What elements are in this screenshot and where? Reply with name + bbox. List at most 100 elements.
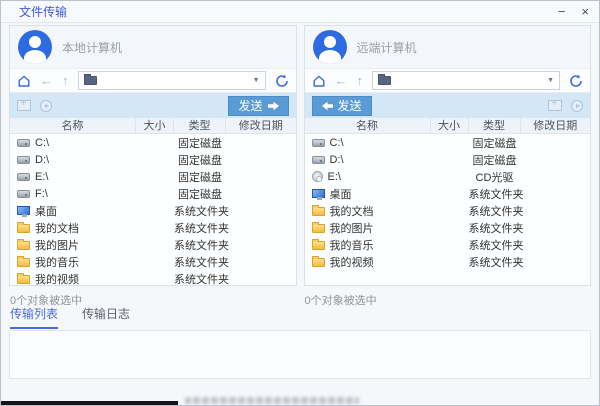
file-row[interactable]: 我的文档 系统文件夹: [10, 219, 296, 236]
file-name: D:\: [330, 154, 344, 166]
home-icon[interactable]: [17, 74, 31, 88]
file-row[interactable]: 我的图片 系统文件夹: [10, 236, 296, 253]
file-name: 我的音乐: [35, 254, 79, 270]
folder-icon: [17, 241, 30, 250]
file-name: 我的文档: [35, 220, 79, 236]
file-row[interactable]: 桌面 系统文件夹: [10, 202, 296, 219]
drive-icon: [17, 139, 30, 147]
folder-icon: [312, 207, 325, 216]
local-panel: 本地计算机 ← ↑ ▼: [9, 25, 297, 286]
folder-icon: [17, 275, 30, 284]
file-name-cell: 我的图片: [305, 220, 431, 236]
file-row[interactable]: 桌面 系统文件夹: [305, 185, 591, 202]
refresh-icon[interactable]: [275, 74, 289, 88]
file-name: 桌面: [35, 203, 57, 219]
new-folder-icon[interactable]: [17, 100, 31, 111]
file-name-cell: E:\: [10, 171, 136, 183]
new-folder-icon[interactable]: [548, 100, 562, 111]
column-header-type[interactable]: 类型: [174, 118, 226, 133]
folder-icon: [84, 76, 97, 85]
column-header-date[interactable]: 修改日期: [226, 118, 296, 133]
file-name-cell: E:\: [305, 171, 431, 183]
file-type: CD光驱: [469, 169, 521, 185]
tab-transfer-list[interactable]: 传输列表: [10, 305, 58, 329]
desktop-icon: [312, 189, 325, 198]
column-header-name[interactable]: 名称: [10, 118, 136, 133]
close-button[interactable]: ×: [581, 5, 589, 19]
local-path-dropdown[interactable]: ▼: [78, 71, 266, 90]
remote-selection-status: 0个对象被选中: [304, 292, 592, 308]
desktop-icon: [17, 206, 30, 215]
back-icon[interactable]: ←: [335, 74, 348, 87]
chevron-down-icon[interactable]: ▼: [547, 77, 554, 84]
file-name: C:\: [35, 137, 49, 149]
file-type: 系统文件夹: [174, 254, 226, 270]
cd-icon: [312, 171, 323, 182]
column-header-type[interactable]: 类型: [469, 118, 521, 133]
file-name-cell: 我的音乐: [305, 237, 431, 253]
back-icon[interactable]: ←: [40, 74, 53, 87]
remote-path-dropdown[interactable]: ▼: [372, 71, 560, 90]
computer-avatar-icon: [313, 30, 347, 64]
file-row[interactable]: E:\ CD光驱: [305, 168, 591, 185]
bottom-edge-strip: [1, 401, 178, 405]
folder-icon: [17, 258, 30, 267]
file-name-cell: D:\: [10, 154, 136, 166]
file-name-cell: 我的图片: [10, 237, 136, 253]
remote-file-list: C:\ 固定磁盘 D:\ 固定磁盘 E:\ CD光驱 桌面 系统文件夹: [305, 134, 591, 285]
remote-nav-toolbar: ← ↑ ▼: [305, 68, 591, 93]
open-icon[interactable]: [571, 100, 583, 112]
file-row[interactable]: 我的视频 系统文件夹: [10, 270, 296, 285]
remote-panel: 远端计算机 ← ↑ ▼: [304, 25, 592, 286]
column-header-size[interactable]: 大小: [431, 118, 469, 133]
drive-icon: [17, 173, 30, 181]
home-icon[interactable]: [312, 74, 326, 88]
file-row[interactable]: F:\ 固定磁盘: [10, 185, 296, 202]
minimize-button[interactable]: −: [558, 5, 566, 19]
open-icon[interactable]: [40, 100, 52, 112]
file-row[interactable]: E:\ 固定磁盘: [10, 168, 296, 185]
send-right-label: 发送: [238, 97, 262, 114]
drive-icon: [17, 190, 30, 198]
file-name: C:\: [330, 137, 344, 149]
send-right-button[interactable]: 发送: [228, 96, 288, 116]
local-action-toolbar: 发送: [10, 93, 296, 118]
refresh-icon[interactable]: [569, 74, 583, 88]
column-header-date[interactable]: 修改日期: [521, 118, 591, 133]
remote-panel-header: 远端计算机: [305, 26, 591, 68]
local-panel-column: 本地计算机 ← ↑ ▼: [9, 25, 297, 308]
file-row[interactable]: 我的音乐 系统文件夹: [305, 236, 591, 253]
drive-icon: [312, 156, 325, 164]
local-panel-header: 本地计算机: [10, 26, 296, 68]
file-row[interactable]: C:\ 固定磁盘: [10, 134, 296, 151]
file-name-cell: 我的视频: [305, 254, 431, 270]
file-row[interactable]: 我的图片 系统文件夹: [305, 219, 591, 236]
remote-action-toolbar: 发送: [305, 93, 591, 118]
file-row[interactable]: 我的音乐 系统文件夹: [10, 253, 296, 270]
column-header-size[interactable]: 大小: [136, 118, 174, 133]
file-row[interactable]: 我的视频 系统文件夹: [305, 253, 591, 270]
folder-icon: [312, 258, 325, 267]
folder-icon: [312, 224, 325, 233]
file-row[interactable]: D:\ 固定磁盘: [305, 151, 591, 168]
arrow-right-icon: [268, 101, 279, 111]
tab-transfer-log[interactable]: 传输日志: [82, 305, 130, 329]
folder-icon: [17, 224, 30, 233]
file-name: 我的图片: [35, 237, 79, 253]
file-name: E:\: [328, 171, 341, 183]
file-type: 系统文件夹: [469, 220, 521, 236]
send-left-button[interactable]: 发送: [312, 96, 372, 116]
column-header-name[interactable]: 名称: [305, 118, 431, 133]
file-row[interactable]: C:\ 固定磁盘: [305, 134, 591, 151]
folder-icon: [378, 76, 391, 85]
up-icon[interactable]: ↑: [62, 74, 69, 87]
file-type: 系统文件夹: [469, 186, 521, 202]
chevron-down-icon[interactable]: ▼: [253, 77, 260, 84]
file-row[interactable]: 我的文档 系统文件夹: [305, 202, 591, 219]
up-icon[interactable]: ↑: [357, 74, 364, 87]
transfer-list-area: [9, 330, 591, 379]
folder-icon: [312, 241, 325, 250]
file-type: 系统文件夹: [469, 254, 521, 270]
file-row[interactable]: D:\ 固定磁盘: [10, 151, 296, 168]
arrow-left-icon: [322, 101, 333, 111]
